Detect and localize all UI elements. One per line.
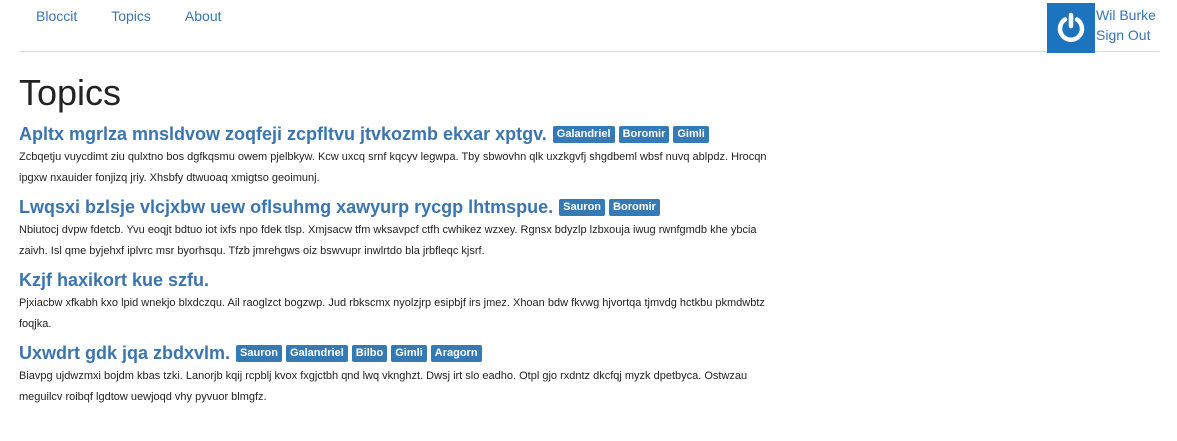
navbar: Bloccit Topics About Wil Burke Sign Out bbox=[19, 0, 1160, 53]
topic-heading: Lwqsxi bzlsje vlcjxbw uew oflsuhmg xawyu… bbox=[19, 195, 779, 219]
sign-out-link[interactable]: Sign Out bbox=[1096, 25, 1156, 45]
main-content: Topics Apltx mgrlza mnsldvow zoqfeji zcp… bbox=[19, 72, 779, 408]
topic-description: Zcbqetju vuycdimt ziu qulxtno bos dgfkqs… bbox=[19, 151, 767, 184]
topic-heading: Uxwdrt gdk jqa zbdxvlm. Sauron Galandriel B… bbox=[19, 341, 779, 365]
avatar[interactable] bbox=[1047, 3, 1095, 53]
tag-badge[interactable]: Gimli bbox=[673, 125, 709, 143]
page-title: Topics bbox=[19, 72, 122, 113]
topic-heading: Apltx mgrlza mnsldvow zoqfeji zcpfltvu j… bbox=[19, 122, 779, 146]
tag-badge[interactable]: Galandriel bbox=[552, 125, 615, 143]
tag-badge[interactable]: Bilbo bbox=[351, 344, 388, 362]
tag-badge[interactable]: Boromir bbox=[618, 125, 670, 143]
topic-description: Nbiutocj dvpw fdetcb. Yvu eoqjt bdtuo io… bbox=[19, 224, 757, 257]
topic-title-link[interactable]: Apltx mgrlza mnsldvow zoqfeji zcpfltvu j… bbox=[19, 122, 547, 146]
tag-badge[interactable]: Boromir bbox=[609, 198, 660, 216]
tag-badge[interactable]: Sauron bbox=[236, 344, 282, 362]
topic-title-link[interactable]: Lwqsxi bzlsje vlcjxbw uew oflsuhmg xawyu… bbox=[19, 195, 553, 219]
nav-links: Bloccit Topics About bbox=[19, 0, 239, 32]
tag-badge[interactable]: Gimli bbox=[391, 344, 427, 362]
topic-title-link[interactable]: Uxwdrt gdk jqa zbdxvlm. bbox=[19, 341, 230, 365]
topic-item: Uxwdrt gdk jqa zbdxvlm. Sauron Galandriel B… bbox=[19, 341, 779, 408]
power-icon bbox=[1057, 12, 1085, 42]
topic-item: Lwqsxi bzlsje vlcjxbw uew oflsuhmg xawyu… bbox=[19, 195, 779, 262]
nav-link-bloccit[interactable]: Bloccit bbox=[19, 0, 94, 32]
topic-description: Pjxiacbw xfkabh kxo lpid wnekjo blxdczqu… bbox=[19, 297, 765, 330]
topic-title-link[interactable]: Kzjf haxikort kue szfu. bbox=[19, 268, 209, 292]
topic-item: Apltx mgrlza mnsldvow zoqfeji zcpfltvu j… bbox=[19, 122, 779, 189]
topic-item: Kzjf haxikort kue szfu. Pjxiacbw xfkabh k… bbox=[19, 268, 779, 335]
topic-description: Biavpg ujdwzmxi bojdm kbas tzki. Lanorjb… bbox=[19, 370, 748, 403]
user-links: Wil Burke Sign Out bbox=[1096, 5, 1156, 45]
user-name-link[interactable]: Wil Burke bbox=[1096, 5, 1156, 25]
tag-badge[interactable]: Aragorn bbox=[430, 344, 482, 362]
tag-badge[interactable]: Galandriel bbox=[285, 344, 348, 362]
tag-badge[interactable]: Sauron bbox=[559, 198, 606, 216]
user-area: Wil Burke Sign Out bbox=[1047, 3, 1160, 53]
nav-link-about[interactable]: About bbox=[168, 0, 239, 32]
topic-heading: Kzjf haxikort kue szfu. bbox=[19, 268, 779, 292]
nav-link-topics[interactable]: Topics bbox=[94, 0, 168, 32]
topics-list: Apltx mgrlza mnsldvow zoqfeji zcpfltvu j… bbox=[19, 122, 779, 408]
